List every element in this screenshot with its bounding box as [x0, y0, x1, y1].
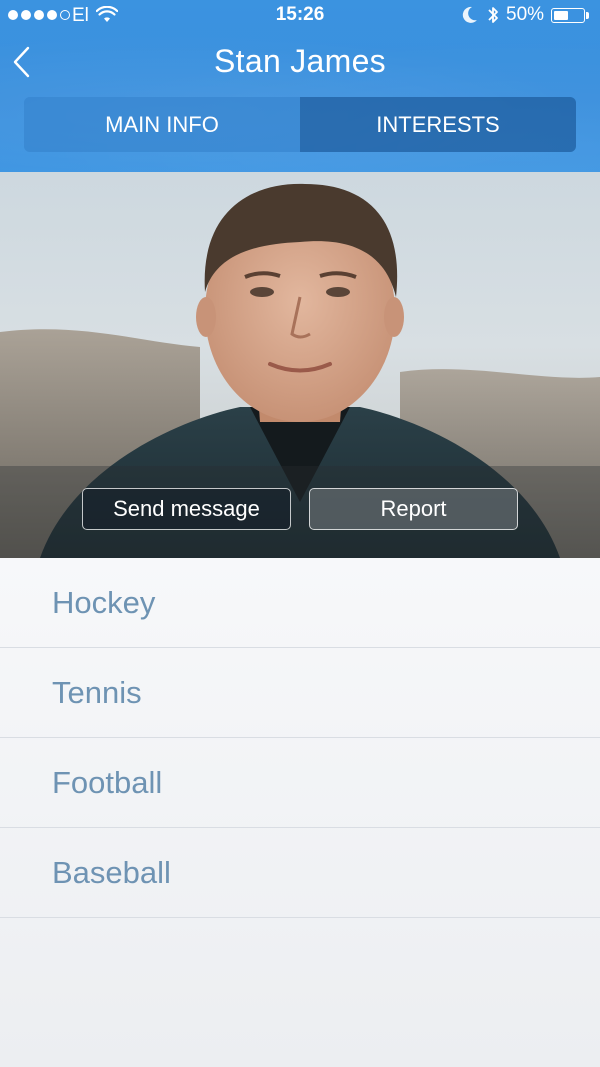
bluetooth-icon: [486, 5, 500, 31]
battery-icon: [551, 8, 585, 23]
navigation-header: El 15:26 50% Stan James MAIN INFO INTERE…: [0, 0, 600, 172]
send-message-button[interactable]: Send message: [82, 488, 291, 530]
report-button[interactable]: Report: [309, 488, 518, 530]
interest-item-football[interactable]: Football: [0, 738, 600, 828]
page-title: Stan James: [214, 43, 386, 79]
interests-list: Hockey Tennis Football Baseball: [0, 558, 600, 1067]
battery-percentage: 50%: [506, 4, 545, 25]
battery-fill: [553, 10, 568, 20]
interest-item-tennis[interactable]: Tennis: [0, 648, 600, 738]
battery-tip: [586, 12, 589, 19]
do-not-disturb-moon-icon: [462, 6, 478, 30]
interest-item-hockey[interactable]: Hockey: [0, 558, 600, 648]
interest-item-baseball[interactable]: Baseball: [0, 828, 600, 918]
tab-main-info[interactable]: MAIN INFO: [24, 97, 300, 152]
tab-interests[interactable]: INTERESTS: [300, 97, 576, 152]
status-bar: El 15:26 50%: [0, 0, 600, 32]
segmented-control: MAIN INFO INTERESTS: [24, 97, 576, 152]
